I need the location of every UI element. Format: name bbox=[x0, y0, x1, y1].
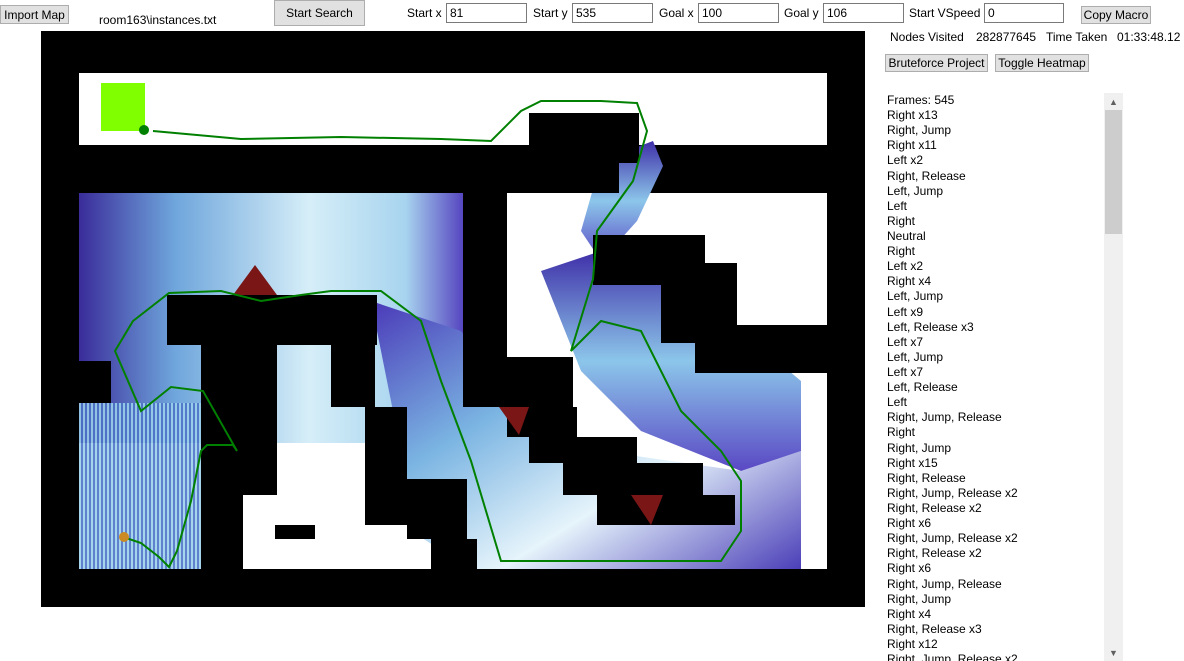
macro-list-item[interactable]: Right, Release x3 bbox=[883, 622, 1104, 637]
macro-list-item[interactable]: Right, Jump bbox=[883, 123, 1104, 138]
macro-list-item[interactable]: Left, Jump bbox=[883, 350, 1104, 365]
macro-list-item[interactable]: Left x2 bbox=[883, 153, 1104, 168]
macro-list-item[interactable]: Right, Release bbox=[883, 169, 1104, 184]
toggle-heatmap-button[interactable]: Toggle Heatmap bbox=[995, 54, 1089, 72]
macro-list-item[interactable]: Right, Jump, Release x2 bbox=[883, 531, 1104, 546]
start-marker bbox=[119, 532, 129, 542]
macro-list-item[interactable]: Right x15 bbox=[883, 456, 1104, 471]
copy-macro-button[interactable]: Copy Macro bbox=[1081, 6, 1151, 24]
start-y-input[interactable]: 535 bbox=[572, 3, 653, 23]
time-taken-value: 01:33:48.12 bbox=[1117, 30, 1181, 44]
macro-list-item[interactable]: Left x7 bbox=[883, 365, 1104, 380]
macro-list-item[interactable]: Right x13 bbox=[883, 108, 1104, 123]
macro-list-item[interactable]: Left, Release x3 bbox=[883, 320, 1104, 335]
nodes-visited-value: 282877645 bbox=[976, 30, 1037, 44]
macro-list-item[interactable]: Right x4 bbox=[883, 274, 1104, 289]
macro-list-item[interactable]: Right, Release bbox=[883, 471, 1104, 486]
import-map-button[interactable]: Import Map bbox=[0, 5, 69, 24]
file-name: room163\instances.txt bbox=[99, 13, 217, 27]
goal-y-label: Goal y bbox=[784, 6, 819, 20]
macro-list-item[interactable]: Right, Jump, Release bbox=[883, 410, 1104, 425]
nodes-visited-label: Nodes Visited bbox=[890, 30, 964, 44]
time-taken-label: Time Taken bbox=[1046, 30, 1108, 44]
start-x-input[interactable]: 81 bbox=[446, 3, 527, 23]
start-search-button[interactable]: Start Search bbox=[274, 0, 365, 26]
macro-list-item[interactable]: Right bbox=[883, 244, 1104, 259]
macro-list-item[interactable]: Neutral bbox=[883, 229, 1104, 244]
start-y-label: Start y bbox=[533, 6, 568, 20]
macro-list-item[interactable]: Left bbox=[883, 199, 1104, 214]
chevron-down-icon[interactable]: ▼ bbox=[1104, 644, 1123, 661]
macro-list-item[interactable]: Right x6 bbox=[883, 516, 1104, 531]
start-x-label: Start x bbox=[407, 6, 442, 20]
macro-list-item[interactable]: Right, Jump bbox=[883, 441, 1104, 456]
macro-list-scrollbar[interactable]: ▲ ▼ bbox=[1104, 93, 1123, 661]
scrollbar-thumb[interactable] bbox=[1105, 110, 1122, 234]
macro-list-item[interactable]: Left, Jump bbox=[883, 289, 1104, 304]
macro-list-item[interactable]: Right x6 bbox=[883, 561, 1104, 576]
map-view[interactable] bbox=[41, 31, 865, 607]
current-position-marker bbox=[139, 125, 149, 135]
macro-list-item[interactable]: Right x12 bbox=[883, 637, 1104, 652]
macro-list-item[interactable]: Left bbox=[883, 395, 1104, 410]
macro-list-item[interactable]: Left, Jump bbox=[883, 184, 1104, 199]
macro-list-item[interactable]: Right x11 bbox=[883, 138, 1104, 153]
macro-list-item[interactable]: Left, Release bbox=[883, 380, 1104, 395]
goal-x-label: Goal x bbox=[659, 6, 694, 20]
macro-list-item[interactable]: Right bbox=[883, 425, 1104, 440]
macro-list-item[interactable]: Right bbox=[883, 214, 1104, 229]
start-vspeed-label: Start VSpeed bbox=[909, 6, 981, 20]
macro-list-item[interactable]: Right, Release x2 bbox=[883, 501, 1104, 516]
macro-list-item[interactable]: Left x7 bbox=[883, 335, 1104, 350]
macro-list-item[interactable]: Frames: 545 bbox=[883, 93, 1104, 108]
macro-list-item[interactable]: Right, Jump, Release bbox=[883, 577, 1104, 592]
macro-list-item[interactable]: Left x2 bbox=[883, 259, 1104, 274]
macro-list-item[interactable]: Right, Jump, Release x2 bbox=[883, 652, 1104, 661]
macro-list-item[interactable]: Right x4 bbox=[883, 607, 1104, 622]
goal-y-input[interactable]: 106 bbox=[823, 3, 904, 23]
bruteforce-project-button[interactable]: Bruteforce Project bbox=[885, 54, 988, 72]
macro-list-item[interactable]: Right, Release x2 bbox=[883, 546, 1104, 561]
macro-list-item[interactable]: Right, Jump bbox=[883, 592, 1104, 607]
start-vspeed-input[interactable]: 0 bbox=[984, 3, 1064, 23]
chevron-up-icon[interactable]: ▲ bbox=[1104, 93, 1123, 110]
goal-x-input[interactable]: 100 bbox=[698, 3, 779, 23]
macro-list-item[interactable]: Left x9 bbox=[883, 305, 1104, 320]
goal-marker bbox=[101, 83, 145, 131]
macro-list-item[interactable]: Right, Jump, Release x2 bbox=[883, 486, 1104, 501]
macro-list[interactable]: Frames: 545 Right x13 Right, Jump Right x11… bbox=[883, 93, 1104, 661]
